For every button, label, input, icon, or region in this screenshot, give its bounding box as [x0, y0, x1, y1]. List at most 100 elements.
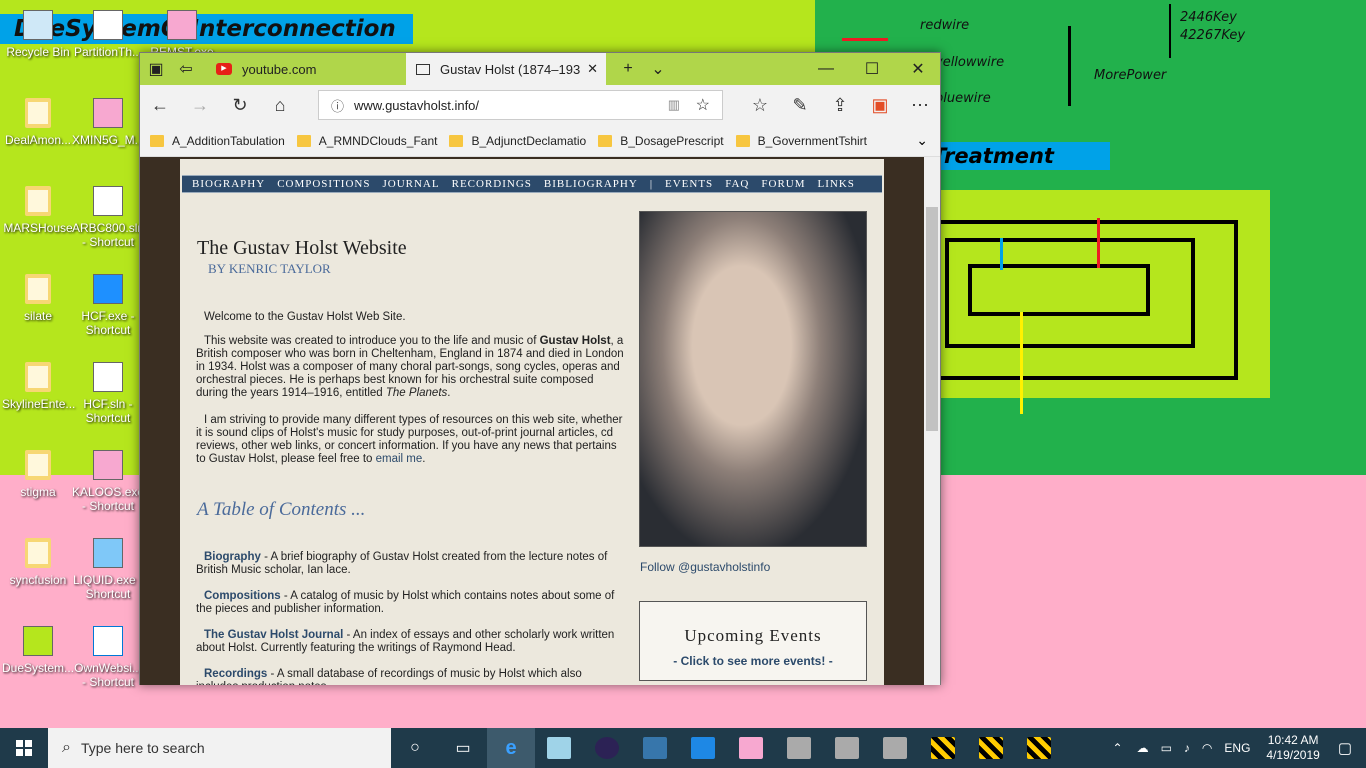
- desktop-icon-arbc800[interactable]: ARBC800.sln - Shortcut: [72, 184, 144, 249]
- home-button[interactable]: ⌂: [260, 85, 300, 125]
- tab-gustav-holst[interactable]: Gustav Holst (1874–193 ✕: [406, 53, 606, 85]
- follow-link[interactable]: Follow @gustavholstinfo: [640, 560, 770, 574]
- url-text: www.gustavholst.info/: [354, 97, 480, 113]
- scrollbar-thumb[interactable]: [926, 207, 938, 431]
- close-tab-icon[interactable]: ✕: [587, 61, 598, 77]
- favorite-item[interactable]: B_GovernmentTshirt: [735, 134, 867, 148]
- clock-time: 10:42 AM: [1267, 733, 1319, 747]
- search-app-taskbar-icon[interactable]: [679, 728, 727, 768]
- share-icon[interactable]: ⇪: [820, 85, 860, 125]
- language-indicator[interactable]: ENG: [1224, 741, 1250, 755]
- menu-forum[interactable]: FORUM: [761, 178, 805, 190]
- back-button[interactable]: ←: [140, 85, 180, 125]
- office-icon[interactable]: ▣: [860, 85, 900, 125]
- maximize-button[interactable]: ☐: [850, 53, 894, 85]
- volume-icon[interactable]: ♪: [1184, 741, 1190, 755]
- edge-taskbar-icon[interactable]: e: [487, 728, 535, 768]
- task-view-icon[interactable]: ▭: [439, 728, 487, 768]
- pen-icon[interactable]: ✎: [780, 85, 820, 125]
- notifications-icon[interactable]: ▢: [1338, 739, 1352, 757]
- hazard-taskbar-icon[interactable]: [967, 728, 1015, 768]
- cloud-icon[interactable]: ☁: [1137, 741, 1149, 755]
- vertical-scrollbar[interactable]: [924, 157, 940, 685]
- desktop-icon-hcf-sln[interactable]: HCF.sln - Shortcut: [72, 360, 144, 425]
- menu-links[interactable]: LINKS: [818, 178, 855, 190]
- clock[interactable]: 10:42 AM 4/19/2019: [1266, 733, 1319, 763]
- folder-icon: [150, 134, 164, 147]
- desktop-icon-stigma[interactable]: stigma: [2, 448, 74, 499]
- wallpaper-label-key2: 42267Key: [1180, 28, 1246, 43]
- toc-link-journal[interactable]: The Gustav Holst Journal: [204, 629, 343, 641]
- desktop-icon-dealamon[interactable]: DealAmon...: [2, 96, 74, 147]
- toc-item: Recordings - A small database of recordi…: [196, 668, 626, 685]
- menu-compositions[interactable]: COMPOSITIONS: [277, 178, 370, 190]
- favorite-item[interactable]: B_DosagePrescript: [598, 134, 724, 148]
- desktop-icon-silate[interactable]: silate: [2, 272, 74, 323]
- toc-link-compositions[interactable]: Compositions: [204, 590, 281, 602]
- folder-icon: [25, 362, 51, 392]
- refresh-button[interactable]: ↻: [220, 85, 260, 125]
- app-taskbar-icon[interactable]: [823, 728, 871, 768]
- menu-events[interactable]: EVENTS: [665, 178, 713, 190]
- eclipse-taskbar-icon[interactable]: [583, 728, 631, 768]
- cortana-icon[interactable]: ○: [391, 728, 439, 768]
- menu-recordings[interactable]: RECORDINGS: [452, 178, 532, 190]
- app-taskbar-icon[interactable]: [775, 728, 823, 768]
- desktop-icon-syncfusion[interactable]: syncfusion: [2, 536, 74, 587]
- address-bar[interactable]: ⓘ www.gustavholst.info/ ▥ ☆: [318, 90, 723, 120]
- favorites-hub-icon[interactable]: ☆: [740, 85, 780, 125]
- close-window-button[interactable]: ✕: [896, 53, 940, 85]
- intro-work: The Planets: [385, 387, 448, 399]
- app-taskbar-icon[interactable]: [871, 728, 919, 768]
- favorites-chevron-icon[interactable]: ⌄: [916, 132, 928, 149]
- desktop-icon-skyline[interactable]: SkylineEnte...: [2, 360, 75, 411]
- folder-icon: [449, 134, 464, 147]
- battery-icon[interactable]: ▭: [1161, 741, 1172, 755]
- desktop-icon-recycle-bin[interactable]: Recycle Bin: [2, 8, 74, 59]
- site-byline: BY KENRIC TAYLOR: [208, 261, 331, 276]
- solution-icon: [93, 362, 123, 392]
- tab-list-chevron-icon[interactable]: ⌄: [636, 53, 680, 85]
- toc-link-biography[interactable]: Biography: [204, 551, 261, 563]
- striving-paragraph: I am striving to provide many different …: [196, 414, 623, 465]
- set-aside-tabs-icon[interactable]: ⇦: [170, 53, 202, 85]
- diagram-rect-inner: [968, 264, 1150, 316]
- desktop-icon-xmin5g[interactable]: XMIN5G_M...: [72, 96, 145, 147]
- python-taskbar-icon[interactable]: [631, 728, 679, 768]
- desktop-icon-partition[interactable]: PartitionTh...: [72, 8, 144, 59]
- taskbar-search[interactable]: ⌕ Type here to search: [48, 728, 391, 768]
- favorite-item[interactable]: A_RMNDClouds_Fant: [296, 134, 437, 148]
- folder-icon: [25, 538, 51, 568]
- toc-link-recordings[interactable]: Recordings: [204, 668, 267, 680]
- start-button[interactable]: [0, 728, 48, 768]
- desktop-icon-marshouse[interactable]: MARSHouse: [2, 184, 74, 235]
- tray-chevron-icon[interactable]: ⌃: [1113, 741, 1123, 755]
- wifi-icon[interactable]: ◠: [1202, 741, 1212, 755]
- menu-bibliography[interactable]: BIBLIOGRAPHY: [544, 178, 638, 190]
- desktop-icon-label: PartitionTh...: [73, 45, 143, 59]
- favorite-item[interactable]: B_AdjunctDeclamatio: [449, 134, 586, 148]
- menu-biography[interactable]: BIOGRAPHY: [192, 178, 265, 190]
- desktop-icon-hcf-exe[interactable]: HCF.exe - Shortcut: [72, 272, 144, 337]
- favorite-star-icon[interactable]: ☆: [696, 95, 710, 115]
- events-link[interactable]: - Click to see more events! -: [640, 654, 866, 668]
- hazard-taskbar-icon[interactable]: [919, 728, 967, 768]
- favorite-item[interactable]: A_AdditionTabulation: [150, 134, 285, 148]
- desktop-icon-ownwebsite[interactable]: OwnWebsi... - Shortcut: [72, 624, 144, 689]
- minimize-button[interactable]: —: [804, 53, 848, 85]
- menu-faq[interactable]: FAQ: [725, 178, 749, 190]
- menu-journal[interactable]: JOURNAL: [382, 178, 439, 190]
- tab-youtube[interactable]: ▶ youtube.com: [204, 53, 404, 85]
- app-taskbar-icon[interactable]: [535, 728, 583, 768]
- hazard-taskbar-icon[interactable]: [1015, 728, 1063, 768]
- forward-button[interactable]: →: [180, 85, 220, 125]
- kaloos-taskbar-icon[interactable]: [727, 728, 775, 768]
- youtube-icon: ▶: [216, 63, 232, 75]
- more-menu-icon[interactable]: ⋯: [900, 85, 940, 125]
- tab-actions-icon[interactable]: ▣: [140, 53, 172, 85]
- desktop-icon-duesystem[interactable]: DueSystem...: [2, 624, 74, 675]
- desktop-icon-kaloos[interactable]: KALOOS.exe - Shortcut: [72, 448, 144, 513]
- reading-view-icon[interactable]: ▥: [668, 97, 680, 113]
- email-link[interactable]: email me: [376, 453, 423, 465]
- desktop-icon-liquid[interactable]: LIQUID.exe - Shortcut: [72, 536, 144, 601]
